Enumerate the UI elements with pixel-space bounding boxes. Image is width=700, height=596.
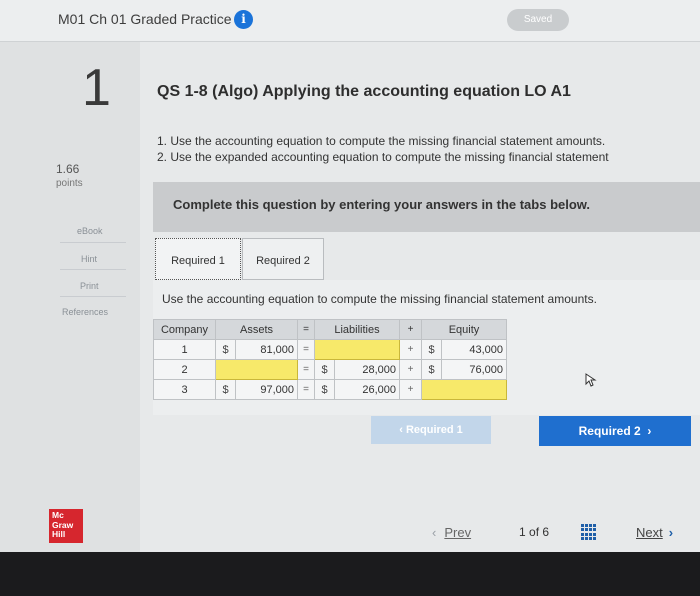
equity-input[interactable] xyxy=(421,379,507,400)
points-label: points xyxy=(56,178,83,189)
tab-instruction: Use the accounting equation to compute t… xyxy=(162,292,597,306)
equals-cell: = xyxy=(297,339,315,360)
liabilities-value: 28,000 xyxy=(334,359,400,380)
page-total: 6 xyxy=(542,525,550,539)
prev-button[interactable]: ‹ Prev xyxy=(432,525,471,540)
header-liabilities: Liabilities xyxy=(314,319,400,340)
currency-cell: $ xyxy=(215,339,236,360)
chevron-right-icon: › xyxy=(644,424,652,438)
question-number: 1 xyxy=(82,59,111,117)
next-label: Next xyxy=(636,525,663,540)
bottom-edge xyxy=(0,552,700,596)
prev-required-button[interactable]: ‹ Required 1 xyxy=(371,416,491,444)
instruction-line: 1. Use the accounting equation to comput… xyxy=(157,134,606,148)
page-current: 1 xyxy=(519,525,526,539)
currency-cell: $ xyxy=(215,379,236,400)
plus-cell: + xyxy=(399,379,422,400)
header-plus: + xyxy=(399,319,422,340)
instruction-banner: Complete this question by entering your … xyxy=(153,182,700,232)
tab-label: Required 1 xyxy=(171,255,225,267)
prev-label: Prev xyxy=(444,525,472,540)
next-required-label: Required 2 xyxy=(578,424,641,438)
chevron-left-icon: ‹ xyxy=(399,424,403,436)
header-assets: Assets xyxy=(215,319,298,340)
currency-cell: $ xyxy=(421,339,442,360)
hint-link[interactable]: Hint xyxy=(81,254,97,264)
accounting-equation-table: Company Assets = Liabilities + Equity 1 … xyxy=(153,319,507,400)
plus-cell: + xyxy=(399,339,422,360)
equity-value: 76,000 xyxy=(441,359,507,380)
company-cell: 2 xyxy=(153,359,216,380)
sidebar-divider xyxy=(60,296,126,297)
page-indicator: 1 of 6 xyxy=(519,525,549,539)
plus-cell: + xyxy=(399,359,422,380)
mcgraw-hill-logo: Mc Graw Hill xyxy=(49,509,83,543)
header-equity: Equity xyxy=(421,319,507,340)
grid-icon[interactable] xyxy=(581,524,597,540)
points-value: 1.66 xyxy=(56,162,80,176)
question-sidebar xyxy=(0,42,140,552)
liabilities-value: 26,000 xyxy=(334,379,400,400)
equals-cell: = xyxy=(297,359,315,380)
header-equals: = xyxy=(297,319,315,340)
assets-value: 97,000 xyxy=(235,379,298,400)
instruction-line: 2. Use the expanded accounting equation … xyxy=(157,150,609,164)
chevron-left-icon: ‹ xyxy=(432,525,437,540)
company-cell: 3 xyxy=(153,379,216,400)
next-button[interactable]: Next › xyxy=(636,525,673,540)
prev-required-label: Required 1 xyxy=(405,424,463,436)
top-bar: M01 Ch 01 Graded Practice i Saved xyxy=(0,0,700,42)
currency-cell: $ xyxy=(421,359,442,380)
tab-label: Required 2 xyxy=(256,255,310,267)
table-row: 1 $ 81,000 = + $ 43,000 xyxy=(153,339,507,360)
table-row: 2 = $ 28,000 + $ 76,000 xyxy=(153,359,507,380)
saved-status-badge: Saved xyxy=(507,9,569,31)
logo-line: Hill xyxy=(52,529,66,539)
banner-text: Complete this question by entering your … xyxy=(173,197,591,212)
question-title: QS 1-8 (Algo) Applying the accounting eq… xyxy=(157,83,571,100)
cursor-icon xyxy=(585,373,597,390)
equals-cell: = xyxy=(297,379,315,400)
assets-input[interactable] xyxy=(215,359,298,380)
currency-cell: $ xyxy=(314,359,335,380)
liabilities-input[interactable] xyxy=(314,339,400,360)
company-cell: 1 xyxy=(153,339,216,360)
next-required-button[interactable]: Required 2 › xyxy=(539,416,691,446)
sidebar-divider xyxy=(60,242,126,243)
references-link[interactable]: References xyxy=(62,307,108,317)
tab-required-1[interactable]: Required 1 xyxy=(155,238,241,280)
ebook-link[interactable]: eBook xyxy=(77,226,103,236)
sidebar-divider xyxy=(60,269,126,270)
header-company: Company xyxy=(153,319,216,340)
currency-cell: $ xyxy=(314,379,335,400)
equity-value: 43,000 xyxy=(441,339,507,360)
info-icon[interactable]: i xyxy=(234,10,253,29)
assets-value: 81,000 xyxy=(235,339,298,360)
tab-required-2[interactable]: Required 2 xyxy=(242,238,324,280)
chevron-right-icon: › xyxy=(668,525,674,540)
page-of: of xyxy=(529,525,540,539)
assignment-title: M01 Ch 01 Graded Practice xyxy=(58,11,232,27)
table-row: 3 $ 97,000 = $ 26,000 + xyxy=(153,379,507,400)
table-header-row: Company Assets = Liabilities + Equity xyxy=(153,319,507,340)
print-link[interactable]: Print xyxy=(80,281,99,291)
